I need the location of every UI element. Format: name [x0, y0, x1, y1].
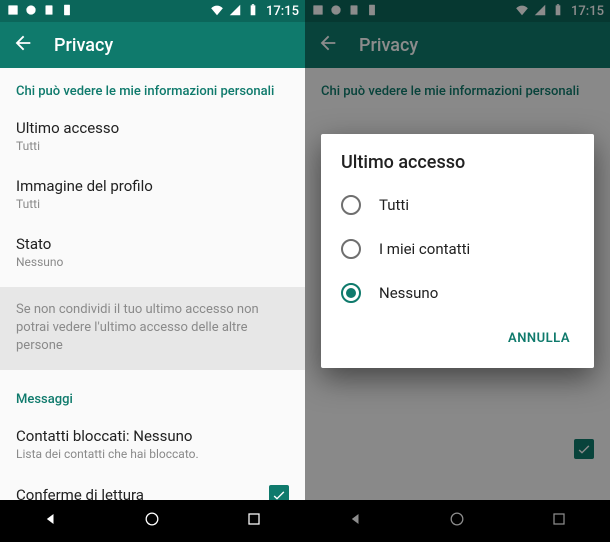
setting-status[interactable]: Stato Nessuno: [0, 223, 305, 281]
back-button[interactable]: [317, 32, 339, 58]
nav-home-icon[interactable]: [447, 509, 467, 533]
cancel-button[interactable]: ANNULLA: [500, 323, 578, 354]
settings-body: Chi può vedere le mie informazioni perso…: [0, 68, 305, 500]
setting-sub: Tutti: [16, 197, 289, 211]
stat-icon: [6, 3, 20, 20]
phone-right: 17:15 Privacy Chi può vedere le mie info…: [305, 0, 610, 542]
nav-bar: [0, 500, 305, 542]
setting-read-receipts[interactable]: Conferme di lettura: [0, 473, 305, 500]
phone-left: 17:15 Privacy Chi può vedere le mie info…: [0, 0, 305, 542]
nav-bar: [305, 500, 610, 542]
setting-title: Conferme di lettura: [321, 440, 449, 458]
notice-box: Se non condividi il tuo ultimo accesso n…: [0, 287, 305, 370]
section-header: Messaggi: [0, 376, 305, 415]
stat-icon: [24, 3, 38, 20]
dialog-title: Ultimo accesso: [321, 152, 594, 183]
setting-title: Conferme di lettura: [16, 486, 144, 500]
setting-title: Ultimo accesso: [16, 119, 289, 137]
setting-title: Contatti bloccati: Nessuno: [321, 397, 594, 415]
setting-read-receipts: Conferme di lettura: [305, 427, 610, 471]
checkbox-checked-icon[interactable]: [269, 485, 289, 500]
setting-profile-photo[interactable]: Immagine del profilo Tutti: [0, 165, 305, 223]
radio-option-tutti[interactable]: Tutti: [321, 183, 594, 227]
status-time: 17:15: [571, 4, 604, 19]
stat-icon: [60, 3, 74, 20]
radio-icon-selected: [341, 283, 361, 303]
nav-back-icon[interactable]: [346, 509, 366, 533]
wifi-icon: [515, 3, 529, 20]
dialog-last-seen: Ultimo accesso Tutti I miei contatti Nes…: [321, 134, 594, 368]
setting-title: Contatti bloccati: Nessuno: [16, 427, 289, 445]
setting-last-seen[interactable]: Ultimo accesso Tutti: [0, 107, 305, 165]
setting-blocked-contacts[interactable]: Contatti bloccati: Nessuno Lista dei con…: [0, 415, 305, 473]
battery-icon: [551, 3, 565, 20]
status-bar: 17:15: [0, 0, 305, 22]
app-bar: Privacy: [0, 22, 305, 68]
radio-option-nessuno[interactable]: Nessuno: [321, 271, 594, 315]
setting-sub: Nessuno: [16, 255, 289, 269]
page-title: Privacy: [359, 35, 418, 56]
app-bar: Privacy: [305, 22, 610, 68]
checkbox-checked-icon: [574, 439, 594, 459]
stat-icon: [329, 3, 343, 20]
wifi-icon: [210, 3, 224, 20]
stat-icon: [347, 3, 361, 20]
status-bar: 17:15: [305, 0, 610, 22]
nav-home-icon[interactable]: [142, 509, 162, 533]
radio-label: Tutti: [379, 196, 409, 214]
nav-back-icon[interactable]: [41, 509, 61, 533]
battery-icon: [246, 3, 260, 20]
signal-icon: [533, 3, 547, 20]
stat-icon: [42, 3, 56, 20]
status-time: 17:15: [266, 4, 299, 19]
setting-blocked-contacts: Contatti bloccati: Nessuno: [305, 385, 610, 427]
radio-icon: [341, 239, 361, 259]
setting-sub: Tutti: [16, 139, 289, 153]
stat-icon: [311, 3, 325, 20]
section-header: Chi può vedere le mie informazioni perso…: [0, 68, 305, 107]
radio-icon: [341, 195, 361, 215]
back-button[interactable]: [12, 32, 34, 58]
radio-label: Nessuno: [379, 284, 438, 302]
signal-icon: [228, 3, 242, 20]
page-title: Privacy: [54, 35, 113, 56]
setting-sub: Lista dei contatti che hai bloccato.: [16, 447, 289, 461]
setting-title: Stato: [16, 235, 289, 253]
radio-label: I miei contatti: [379, 240, 470, 258]
stat-icon: [365, 3, 379, 20]
nav-recent-icon[interactable]: [549, 509, 569, 533]
nav-recent-icon[interactable]: [244, 509, 264, 533]
section-header: Chi può vedere le mie informazioni perso…: [305, 68, 610, 107]
setting-title: Immagine del profilo: [16, 177, 289, 195]
radio-option-contatti[interactable]: I miei contatti: [321, 227, 594, 271]
